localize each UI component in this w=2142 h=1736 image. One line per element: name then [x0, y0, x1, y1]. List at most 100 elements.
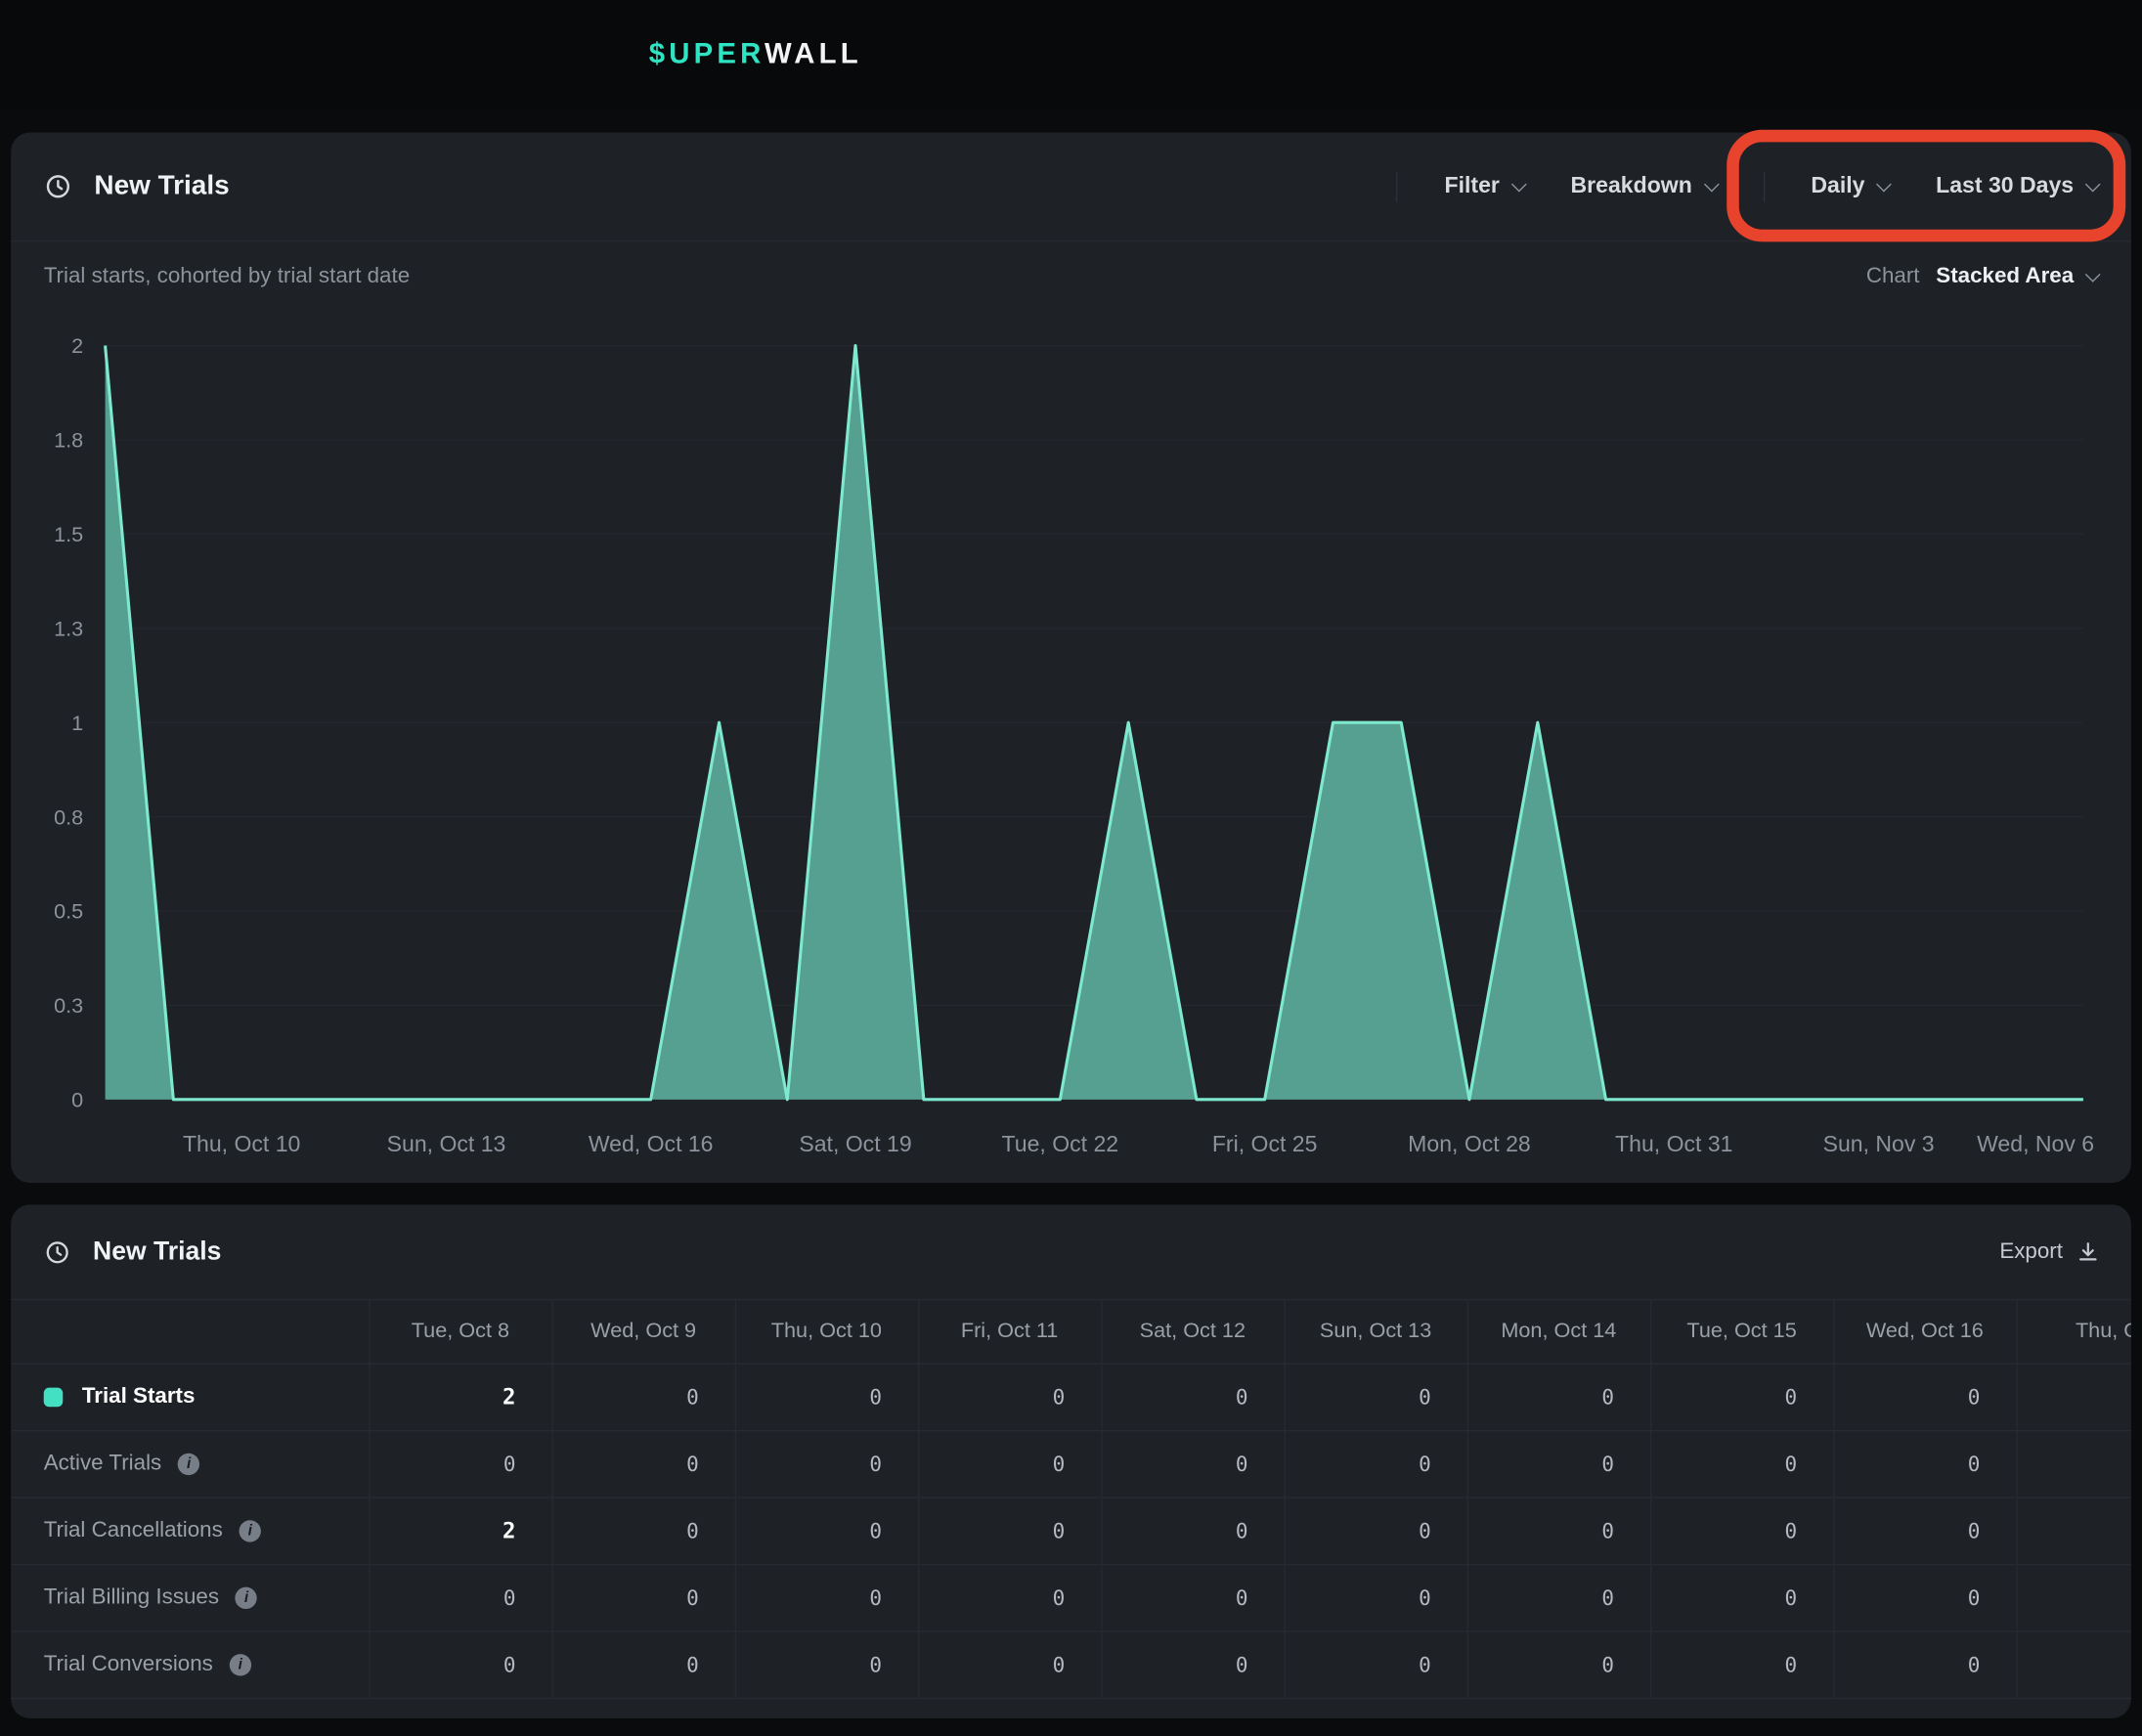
date-column-header: Sun, Oct 13: [1284, 1300, 1466, 1363]
value-cell: 0: [1284, 1364, 1466, 1430]
row-label-cell: Trial Starts: [11, 1364, 369, 1430]
value-cell: 0: [918, 1630, 1101, 1697]
logo-rest: WALL: [765, 38, 862, 69]
value-cell: 0: [918, 1364, 1101, 1430]
value-cell: 0: [1467, 1630, 1650, 1697]
interval-dropdown[interactable]: Daily: [1811, 173, 1889, 199]
history-clock-icon: [44, 172, 72, 200]
value-cell: 0: [1101, 1564, 1284, 1630]
y-tick-label: 0.5: [54, 899, 83, 924]
interval-label: Daily: [1811, 173, 1864, 199]
value-cell: 0: [1467, 1497, 1650, 1563]
y-tick-label: 0: [71, 1088, 83, 1112]
table-row: Trial Billing Issuesi000000000: [11, 1564, 2131, 1630]
breakdown-label: Breakdown: [1571, 173, 1692, 199]
value-cell: 0: [918, 1497, 1101, 1563]
value-cell: 2: [369, 1497, 551, 1563]
date-column-header: Tue, Oct 8: [369, 1300, 551, 1363]
value-cell: 0: [1467, 1430, 1650, 1497]
table-row: Trial Conversionsi000000000: [11, 1630, 2131, 1697]
export-button[interactable]: Export: [1999, 1239, 2098, 1264]
new-trials-area-chart: 00.30.50.811.31.51.82Thu, Oct 10Sun, Oct…: [11, 133, 2131, 1184]
row-label: Active Trials: [44, 1452, 162, 1476]
chart-type-dropdown[interactable]: Chart Stacked Area: [1866, 265, 2098, 289]
logo-accent: $UPER: [649, 38, 765, 69]
x-tick-label: Sat, Oct 19: [799, 1131, 911, 1156]
row-label-cell: Active Trials i: [11, 1430, 369, 1497]
value-cell: [2016, 1430, 2130, 1497]
value-cell: 0: [1284, 1497, 1466, 1563]
table-card-title: New Trials: [93, 1237, 221, 1267]
new-trials-chart-card: New Trials Filter Breakdown Daily: [11, 133, 2131, 1184]
chart-type-value: Stacked Area: [1936, 265, 2074, 289]
history-clock-icon: [44, 1238, 71, 1266]
value-cell: 0: [552, 1564, 735, 1630]
date-column-header: Wed, Oct 16: [1833, 1300, 2016, 1363]
value-cell: 0: [552, 1630, 735, 1697]
x-tick-label: Thu, Oct 10: [183, 1131, 300, 1156]
date-range-dropdown[interactable]: Last 30 Days: [1936, 173, 2098, 199]
x-tick-label: Mon, Oct 28: [1408, 1131, 1531, 1156]
x-tick-label: Sun, Nov 3: [1823, 1131, 1935, 1156]
value-cell: [2016, 1564, 2130, 1630]
table-row: Active Trialsi000000000: [11, 1430, 2131, 1497]
date-column-header: Tue, Oct 15: [1650, 1300, 1833, 1363]
chart-type-label: Chart: [1866, 265, 1920, 289]
y-tick-label: 0.8: [54, 804, 83, 829]
chart-subtitle: Trial starts, cohorted by trial start da…: [44, 265, 410, 289]
breakdown-dropdown[interactable]: Breakdown: [1571, 173, 1717, 199]
value-cell: 0: [369, 1564, 551, 1630]
value-cell: 0: [1833, 1430, 2016, 1497]
filter-dropdown[interactable]: Filter: [1444, 173, 1524, 199]
value-cell: 0: [552, 1364, 735, 1430]
chevron-down-icon: [1703, 176, 1719, 192]
y-tick-label: 0.3: [54, 993, 83, 1018]
x-tick-label: Fri, Oct 25: [1212, 1131, 1318, 1156]
value-cell: 0: [1833, 1630, 2016, 1697]
chevron-down-icon: [1511, 176, 1527, 192]
date-column-header: Thu, Oct 10: [735, 1300, 918, 1363]
y-tick-label: 1.5: [54, 522, 83, 546]
row-label: Trial Conversions: [44, 1652, 213, 1676]
info-icon[interactable]: i: [236, 1586, 257, 1608]
export-label: Export: [1999, 1239, 2063, 1264]
chart-card-header: New Trials Filter Breakdown Daily: [11, 133, 2131, 242]
y-tick-label: 2: [71, 333, 83, 358]
value-cell: 0: [1833, 1564, 2016, 1630]
value-cell: 0: [552, 1497, 735, 1563]
x-tick-label: Sun, Oct 13: [387, 1131, 506, 1156]
row-label: Trial Cancellations: [44, 1518, 223, 1542]
value-cell: 0: [1650, 1564, 1833, 1630]
info-icon[interactable]: i: [178, 1453, 199, 1474]
value-cell: 0: [735, 1564, 918, 1630]
chart-subtitle-row: Trial starts, cohorted by trial start da…: [11, 265, 2131, 289]
header-divider: [1763, 171, 1764, 201]
value-cell: [2016, 1497, 2130, 1563]
info-icon[interactable]: i: [230, 1653, 251, 1674]
value-cell: 0: [735, 1430, 918, 1497]
topbar: $UPERWALL: [0, 0, 2142, 109]
x-tick-label: Wed, Oct 16: [589, 1131, 714, 1156]
header-divider: [1397, 171, 1398, 201]
value-cell: 0: [1284, 1564, 1466, 1630]
value-cell: 0: [735, 1630, 918, 1697]
x-tick-label: Thu, Oct 31: [1615, 1131, 1732, 1156]
new-trials-table-card: New Trials Export Tue, Oct 8Wed, Oct 9Th…: [11, 1204, 2131, 1717]
row-label-cell: Trial Cancellations i: [11, 1497, 369, 1563]
y-tick-label: 1.8: [54, 428, 83, 453]
value-cell: 0: [1101, 1364, 1284, 1430]
download-icon: [2077, 1241, 2098, 1262]
value-cell: [2016, 1630, 2130, 1697]
row-label: Trial Starts: [82, 1384, 196, 1409]
filter-label: Filter: [1444, 173, 1499, 199]
date-column-header: Mon, Oct 14: [1467, 1300, 1650, 1363]
info-icon[interactable]: i: [240, 1520, 261, 1541]
date-column-header: Sat, Oct 12: [1101, 1300, 1284, 1363]
value-cell: 0: [1467, 1364, 1650, 1430]
superwall-logo: $UPERWALL: [649, 38, 862, 71]
row-label-cell: Trial Conversions i: [11, 1630, 369, 1697]
value-cell: 0: [1650, 1430, 1833, 1497]
app-root: $UPERWALL New Trials Filter Breakdown: [0, 0, 2142, 1736]
date-range-label: Last 30 Days: [1936, 173, 2074, 199]
row-label-column-header: [11, 1300, 369, 1363]
